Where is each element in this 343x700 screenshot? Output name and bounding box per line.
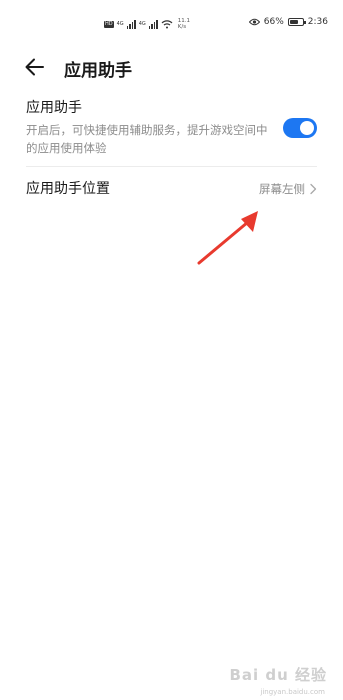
app-helper-title: 应用助手 (26, 100, 82, 116)
watermark-text: Bai du 经验 (229, 666, 327, 684)
app-header: 应用助手 (0, 52, 343, 84)
app-helper-toggle[interactable] (283, 118, 317, 138)
baidu-watermark: Bai du 经验 jingyan.baidu.com (221, 656, 331, 700)
chevron-right-icon (310, 183, 317, 195)
hd-badge: HD (104, 20, 114, 28)
toggle-knob (300, 121, 314, 135)
battery-fill (289, 20, 298, 24)
eye-comfort-icon (248, 18, 260, 26)
speed-unit: K/s (177, 24, 187, 30)
status-right: 66% 2:36 (248, 17, 328, 27)
wifi-icon (161, 19, 173, 28)
signal-icon-1 (126, 19, 136, 29)
setting-app-helper: 应用助手 开启后，可快捷使用辅助服务，提升游戏空间中的应用使用体验 (26, 98, 317, 167)
annotation-arrow-icon (197, 211, 258, 265)
setting-app-helper-position[interactable]: 应用助手位置 屏幕左侧 (26, 168, 317, 210)
battery-percent: 66% (263, 17, 284, 27)
page-title: 应用助手 (64, 61, 132, 81)
network-label-2: 4G (138, 21, 146, 27)
arrow-left-icon (25, 58, 44, 76)
signal-icon-2 (148, 19, 158, 29)
watermark-url: jingyan.baidu.com (260, 688, 325, 696)
battery-icon (287, 18, 306, 26)
back-button[interactable] (22, 54, 48, 80)
network-label-1: 4G (116, 21, 124, 27)
network-speed: 11.1 K/s (178, 18, 190, 30)
status-bar: HD 4G 4G 11.1 K/s 66% 2:36 (0, 0, 343, 46)
clock: 2:36 (307, 17, 328, 27)
status-left: HD 4G 4G 11.1 K/s (104, 14, 190, 34)
app-helper-description: 开启后，可快捷使用辅助服务，提升游戏空间中的应用使用体验 (26, 123, 268, 155)
